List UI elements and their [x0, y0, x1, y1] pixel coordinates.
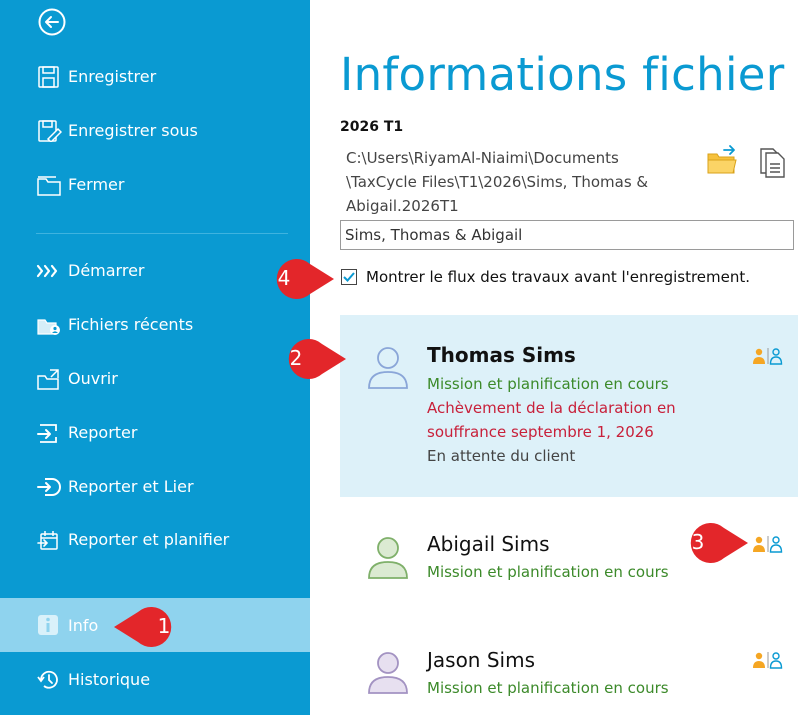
history-icon	[37, 670, 58, 689]
open-icon	[37, 369, 59, 390]
sidebar-item-label: Enregistrer sous	[68, 121, 198, 140]
close-file-icon	[37, 176, 61, 196]
file-path-line: Abigail.2026T1	[346, 197, 459, 215]
page-title: Informations fichier	[340, 48, 785, 101]
status-line: Mission et planification en cours	[427, 563, 669, 581]
sidebar-item-label: Démarrer	[68, 261, 145, 280]
sidebar-divider	[36, 233, 288, 234]
sidebar-item-history[interactable]: Historique	[0, 656, 310, 702]
person-name: Thomas Sims	[427, 343, 576, 367]
person-card-jason[interactable]: Jason Sims Mission et planification en c…	[340, 620, 798, 715]
callout-4: 4	[254, 254, 336, 304]
callout-number: 3	[691, 530, 705, 554]
callout-2: 2	[266, 334, 348, 384]
back-arrow-icon[interactable]	[38, 8, 66, 36]
person-name: Jason Sims	[427, 648, 535, 672]
sidebar-item-label: Info	[68, 616, 99, 635]
sidebar-item-label: Enregistrer	[68, 67, 157, 86]
sidebar-item-carry-forward-schedule[interactable]: Reporter et planifier	[0, 516, 310, 562]
sidebar-item-label: Reporter	[68, 423, 138, 442]
callout-number: 4	[277, 266, 291, 290]
sidebar-item-recent-files[interactable]: Fichiers récents	[0, 301, 310, 347]
person-card-thomas[interactable]: Thomas Sims Mission et planification en …	[340, 315, 798, 497]
status-line: souffrance septembre 1, 2026	[427, 423, 654, 441]
file-type-label: 2026 T1	[340, 119, 404, 135]
client-name-field[interactable]	[340, 220, 794, 250]
sidebar-item-open[interactable]: Ouvrir	[0, 355, 310, 401]
sidebar-item-carry-forward-link[interactable]: Reporter et Lier	[0, 463, 310, 509]
file-path: C:\Users\RiyamAl-Niaimi\Documents \TaxCy…	[346, 146, 691, 218]
workflow-checkbox[interactable]	[341, 269, 357, 285]
recent-files-icon	[37, 319, 60, 335]
sidebar-item-close[interactable]: Fermer	[0, 161, 310, 207]
status-line: Mission et planification en cours	[427, 375, 669, 393]
open-containing-folder-icon[interactable]	[706, 144, 738, 176]
carry-forward-icon	[37, 424, 57, 443]
checkmark-icon	[343, 272, 355, 282]
preparer-reviewer-icon[interactable]	[752, 651, 784, 669]
sidebar-item-save-as[interactable]: Enregistrer sous	[0, 107, 310, 153]
person-name: Abigail Sims	[427, 532, 550, 556]
info-icon	[38, 615, 58, 635]
sidebar-item-carry-forward[interactable]: Reporter	[0, 409, 310, 455]
callout-1: 1	[112, 602, 194, 652]
status-line: En attente du client	[427, 447, 576, 465]
sidebar-item-label: Fichiers récents	[68, 315, 194, 334]
workflow-checkbox-label[interactable]: Montrer le flux des travaux avant l'enre…	[366, 268, 750, 286]
document-properties-icon[interactable]	[758, 146, 786, 178]
save-as-icon	[38, 120, 62, 142]
carry-forward-link-icon	[37, 478, 61, 496]
callout-number: 2	[289, 346, 303, 370]
preparer-reviewer-icon[interactable]	[752, 535, 784, 553]
status-line: Mission et planification en cours	[427, 679, 669, 697]
person-avatar-icon	[368, 347, 408, 389]
person-avatar-icon	[368, 537, 408, 579]
start-icon	[36, 264, 58, 278]
sidebar-item-save[interactable]: Enregistrer	[0, 53, 310, 99]
callout-number: 1	[157, 614, 171, 638]
file-info-panel: Informations fichier 2026 T1 C:\Users\Ri…	[310, 0, 810, 715]
file-path-line: \TaxCycle Files\T1\2026\Sims, Thomas &	[346, 173, 649, 191]
person-avatar-icon	[368, 652, 408, 694]
save-icon	[38, 66, 59, 88]
sidebar-item-label: Reporter et planifier	[68, 530, 230, 549]
callout-3: 3	[668, 518, 750, 568]
sidebar-item-label: Fermer	[68, 175, 125, 194]
sidebar-item-label: Historique	[68, 670, 151, 689]
status-line: Achèvement de la déclaration en	[427, 399, 676, 417]
sidebar-item-label: Ouvrir	[68, 369, 118, 388]
preparer-reviewer-icon[interactable]	[752, 347, 784, 365]
file-path-line: C:\Users\RiyamAl-Niaimi\Documents	[346, 149, 619, 167]
sidebar-item-label: Reporter et Lier	[68, 477, 194, 496]
carry-forward-schedule-icon	[37, 531, 58, 550]
